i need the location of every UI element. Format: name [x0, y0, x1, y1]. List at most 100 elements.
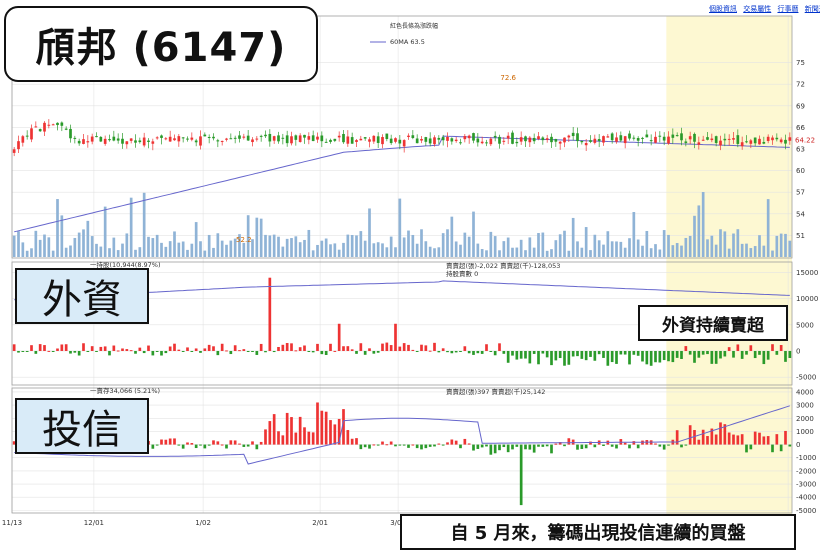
trust-bar [753, 431, 757, 445]
trust-bar [402, 444, 406, 446]
volume-bar [363, 240, 367, 257]
volume-bar [450, 216, 454, 257]
candle-body [151, 141, 155, 144]
volume-bar [580, 247, 584, 257]
candle-body [181, 137, 185, 139]
trust-bar [181, 444, 185, 449]
nav-link-trade-attr[interactable]: 交易屬性 [743, 5, 771, 13]
volume-bar [30, 248, 33, 257]
volume-bar [641, 245, 644, 257]
trust-bar [290, 417, 293, 445]
foreign-bar [784, 350, 787, 362]
candle-body [229, 138, 233, 140]
candle-body [64, 128, 68, 130]
foreign-bar [142, 350, 146, 354]
volume-bar [38, 239, 42, 257]
foreign-bar [688, 350, 692, 355]
foreign-bar [77, 350, 81, 356]
trust-bar [480, 444, 484, 448]
foreign-bar [290, 343, 293, 351]
volume-bar [628, 238, 631, 257]
candle-body [558, 141, 562, 144]
foreign-bar [112, 345, 116, 351]
foreign-bar [56, 348, 59, 351]
candle-body [307, 136, 311, 140]
foreign-bar [329, 343, 332, 351]
trust-bar [190, 443, 194, 445]
candle-body [420, 138, 423, 141]
volume-bar [394, 247, 397, 257]
volume-bar [506, 237, 510, 257]
price-tick-label: 72 [796, 81, 805, 89]
nav-link-stock-info[interactable]: 個股資訊 [709, 5, 737, 13]
trust-bar [385, 444, 389, 446]
volume-bar [415, 243, 419, 257]
foreign-bar [597, 350, 601, 355]
volume-bar [225, 244, 228, 257]
candle-body [12, 149, 16, 153]
foreign-tick-label: -5000 [796, 374, 816, 382]
candle-body [242, 136, 246, 138]
volume-bar [476, 243, 480, 257]
nav-link-calendar[interactable]: 行事曆 [777, 5, 798, 13]
trust-bar [454, 440, 458, 445]
foreign-bar [311, 350, 315, 353]
candle-body [719, 140, 722, 146]
candle-body [675, 135, 679, 137]
low-price-label: 52.2 [236, 236, 252, 244]
volume-bar [112, 237, 116, 257]
foreign-bar [173, 343, 176, 351]
trust-tick-label: -2000 [796, 467, 816, 475]
foreign-bar [21, 350, 25, 352]
volume-bar [649, 248, 653, 257]
trust-bar [658, 444, 662, 447]
candle-body [69, 128, 72, 139]
volume-bar [186, 249, 189, 257]
candle-body [671, 134, 675, 138]
foreign-bar [550, 350, 553, 366]
volume-bar [480, 249, 484, 257]
volume-bar [554, 240, 558, 257]
volume-bar [337, 249, 341, 257]
candle-body [294, 135, 298, 140]
trust-bar [749, 444, 753, 450]
foreign-bar [723, 350, 727, 357]
trust-bar [502, 444, 506, 448]
candle-body [502, 140, 506, 142]
volume-bar [333, 243, 337, 257]
x-tick-label: 11/13 [2, 519, 22, 527]
volume-bar [194, 222, 198, 257]
candle-body [589, 140, 592, 142]
volume-bar [220, 240, 224, 257]
price-tick-label: 69 [796, 102, 805, 110]
trust-bar [758, 432, 761, 445]
volume-bar [398, 198, 402, 257]
volume-bar [437, 247, 441, 257]
trust-bar [199, 444, 202, 446]
foreign-bar [168, 346, 172, 351]
volume-bar [181, 241, 185, 257]
foreign-bar [649, 350, 653, 366]
candle-body [311, 135, 315, 142]
volume-bar [376, 242, 380, 257]
candle-body [407, 135, 410, 138]
candle-body [398, 139, 402, 144]
foreign-bar [684, 346, 688, 351]
nav-link-news[interactable]: 新聞通 [805, 5, 820, 13]
candle-body [684, 141, 688, 143]
volume-bar [498, 250, 501, 257]
trust-bar [545, 444, 549, 447]
candle-body [628, 133, 631, 139]
volume-bar [749, 248, 753, 257]
foreign-bar [51, 350, 55, 352]
candle-body [225, 138, 228, 140]
foreign-bar [47, 350, 51, 352]
foreign-bar [610, 350, 614, 363]
candle-body [519, 137, 523, 142]
foreign-bar [558, 350, 562, 359]
candle-body [298, 135, 302, 142]
trust-bar [701, 429, 705, 445]
candle-body [463, 136, 467, 140]
candle-body [727, 138, 731, 140]
volume-bar [216, 233, 220, 257]
